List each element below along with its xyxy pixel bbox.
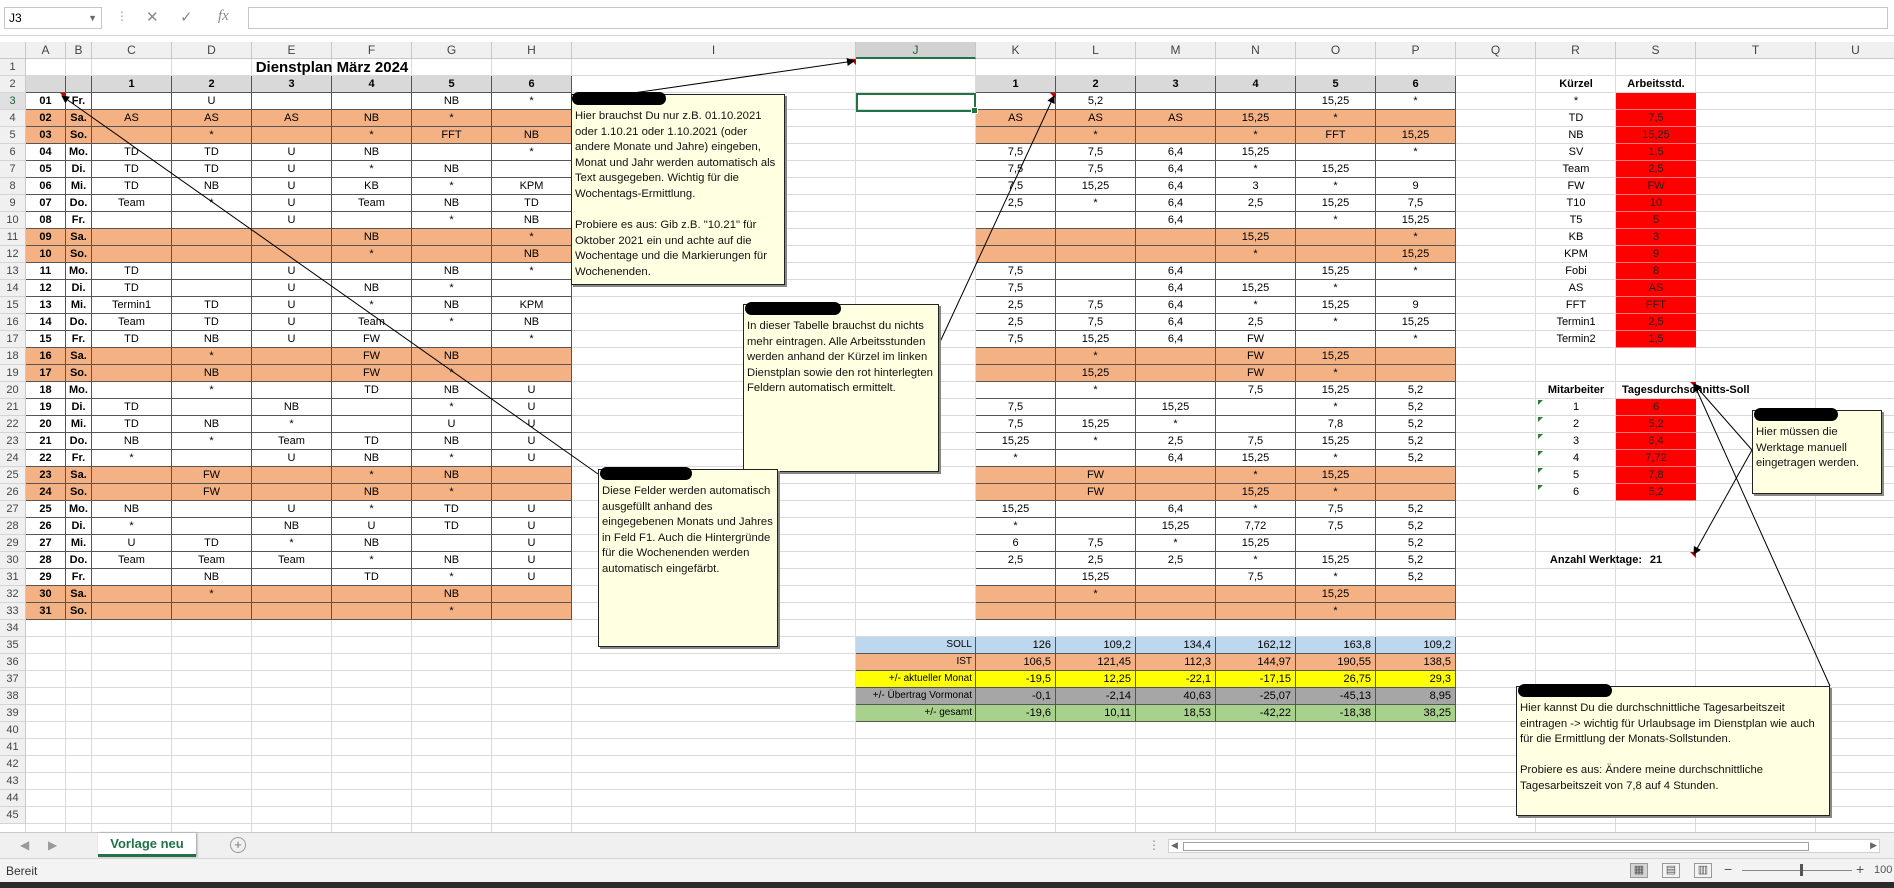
worksheet-grid[interactable]: A B C D E F G H I J K L M N O P Q R S T U 1 2 3 4 5 6 7 8 9 10 11 12 13 14… (0, 42, 1894, 832)
redacted-author (572, 92, 666, 105)
separator-dots-icon: ⋮ (1148, 838, 1160, 852)
status-text: Bereit (6, 864, 38, 878)
confirm-icon[interactable]: ✓ (180, 8, 193, 26)
taskbar (0, 882, 1894, 888)
comment-arrow (61, 95, 599, 475)
comment-note: In dieser Tabelle brauchst du nichts meh… (743, 304, 939, 472)
sheet-tab-bar: ◀ ▶ Vorlage neu + ⋮ ◀ ▶ (0, 832, 1894, 858)
sheet-tab-active[interactable]: Vorlage neu (98, 833, 196, 857)
scroll-left-icon[interactable]: ◀ (1171, 840, 1178, 851)
scrollbar-thumb[interactable] (1183, 842, 1809, 851)
zoom-slider-thumb[interactable] (1800, 864, 1803, 876)
active-cell-selection[interactable] (856, 93, 978, 114)
zoom-out-icon[interactable]: − (1724, 861, 1732, 877)
sheet-title: Dienstplan März 2024 (255, 59, 409, 76)
horizontal-scrollbar[interactable]: ◀ ▶ (1168, 839, 1880, 853)
redacted-author (1754, 408, 1838, 421)
page-break-icon[interactable]: ▥ (1694, 863, 1712, 878)
name-box[interactable]: J3 ▼ (4, 7, 102, 29)
cancel-icon[interactable]: ✕ (146, 8, 159, 26)
tab-next-icon[interactable]: ▶ (48, 838, 57, 852)
formula-bar: J3 ▼ ⋮ ✕ ✓ fx (0, 0, 1894, 36)
comment-arrow (939, 95, 1055, 343)
chevron-down-icon[interactable]: ▼ (88, 8, 97, 28)
comment-arrow (1693, 383, 1753, 451)
normal-view-icon[interactable]: ▦ (1630, 863, 1648, 878)
fx-icon[interactable]: fx (218, 8, 229, 25)
comment-arrow (1693, 449, 1753, 555)
formula-input[interactable] (248, 7, 1888, 29)
separator-dots-icon: ⋮ (116, 9, 128, 23)
comment-note: Hier brauchst Du nur z.B. 01.10.2021 ode… (571, 94, 785, 285)
tab-prev-icon[interactable]: ◀ (20, 838, 29, 852)
comment-note: Hier müssen die Werktage manuell eingetr… (1752, 410, 1882, 494)
add-sheet-icon[interactable]: + (230, 837, 246, 853)
status-bar: Bereit ▦ ▤ ▥ − + 100 (0, 858, 1894, 882)
zoom-in-icon[interactable]: + (1856, 861, 1864, 877)
redacted-author (745, 302, 841, 315)
spreadsheet-app: J3 ▼ ⋮ ✕ ✓ fx ABCDEFGHIJKLMNOPQRSTU123456… (0, 0, 1894, 888)
page-layout-icon[interactable]: ▤ (1662, 863, 1680, 878)
comment-note: Diese Felder werden automatisch ausgefül… (598, 469, 778, 647)
comment-note: Hier kannst Du die durchschnittliche Tag… (1516, 686, 1830, 816)
zoom-level[interactable]: 100 (1874, 864, 1892, 876)
scroll-right-icon[interactable]: ▶ (1870, 840, 1877, 851)
redacted-author (600, 467, 692, 480)
redacted-author (1518, 684, 1612, 697)
zoom-slider[interactable] (1742, 870, 1852, 871)
